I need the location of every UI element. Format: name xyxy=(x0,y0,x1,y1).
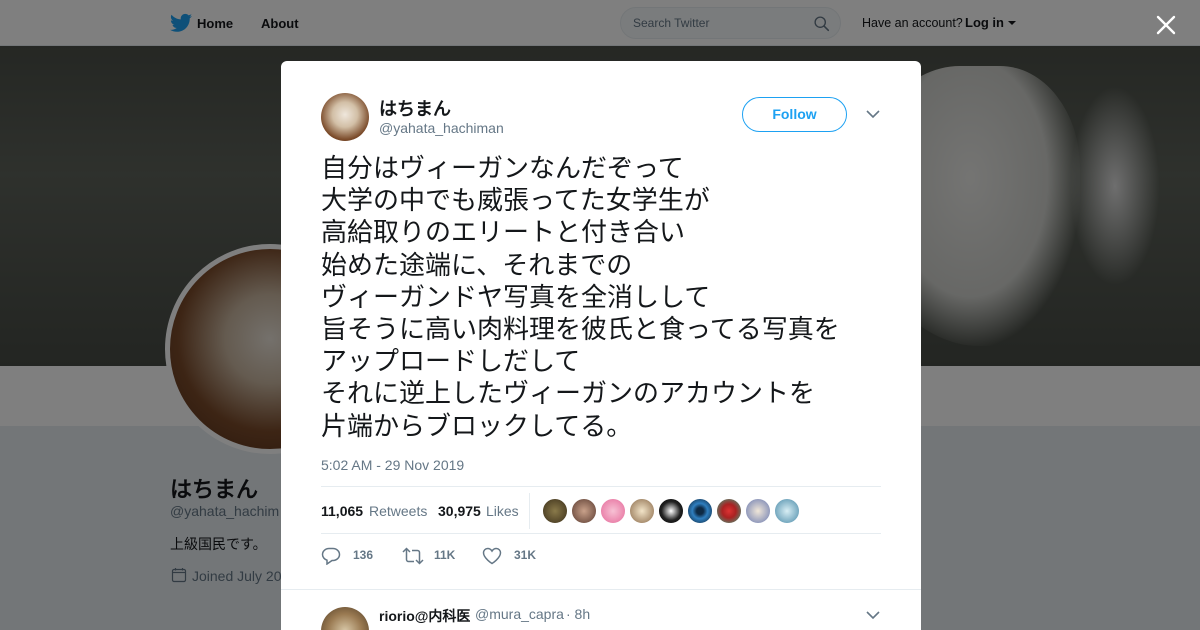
retweet-icon xyxy=(402,547,424,565)
tweet-text: 自分はヴィーガンなんだぞって 大学の中でも威張ってた女学生が 高給取りのエリート… xyxy=(321,154,840,442)
liker-avatar[interactable] xyxy=(687,498,713,524)
heart-icon xyxy=(482,547,502,565)
tweet-timestamp[interactable]: 5:02 AM - 29 Nov 2019 xyxy=(321,457,464,473)
likes-label[interactable]: Likes xyxy=(486,503,519,519)
liker-avatar[interactable] xyxy=(774,498,800,524)
liker-avatar[interactable] xyxy=(542,498,568,524)
like-action-count: 31K xyxy=(514,548,537,562)
chevron-down-icon[interactable] xyxy=(865,609,881,621)
close-icon[interactable] xyxy=(1155,14,1177,36)
liker-avatar[interactable] xyxy=(716,498,742,524)
author-name[interactable]: はちまん xyxy=(379,95,451,121)
liker-avatar[interactable] xyxy=(745,498,771,524)
reply-divider xyxy=(281,589,921,590)
reply-author-avatar[interactable] xyxy=(321,607,369,630)
reply-author-handle[interactable]: @mura_capra xyxy=(475,606,564,622)
reply-time[interactable]: · 8h xyxy=(566,606,590,622)
author-avatar[interactable] xyxy=(321,93,369,141)
reply-icon xyxy=(321,547,341,565)
likes-count[interactable]: 30,975 xyxy=(438,503,481,519)
follow-button[interactable]: Follow xyxy=(742,97,847,132)
tweet-actions: 136 11K 31K xyxy=(321,545,881,569)
reply-count: 136 xyxy=(353,548,374,562)
retweets-count[interactable]: 11,065 xyxy=(321,503,363,519)
reply-author-name[interactable]: riorio@内科医 xyxy=(379,606,470,626)
liker-avatar[interactable] xyxy=(571,498,597,524)
stats-divider xyxy=(529,493,530,529)
tweet-modal: はちまん @yahata_hachiman Follow 自分はヴィーガンなんだ… xyxy=(281,61,921,630)
chevron-down-icon[interactable] xyxy=(865,108,881,120)
liker-avatar[interactable] xyxy=(600,498,626,524)
liker-avatar[interactable] xyxy=(629,498,655,524)
tweet-stats: 11,065 Retweets 30,975 Likes xyxy=(321,486,881,534)
retweets-label[interactable]: Retweets xyxy=(369,503,427,519)
author-handle[interactable]: @yahata_hachiman xyxy=(379,120,504,136)
liker-avatar[interactable] xyxy=(658,498,684,524)
retweet-action-count: 11K xyxy=(434,548,456,562)
